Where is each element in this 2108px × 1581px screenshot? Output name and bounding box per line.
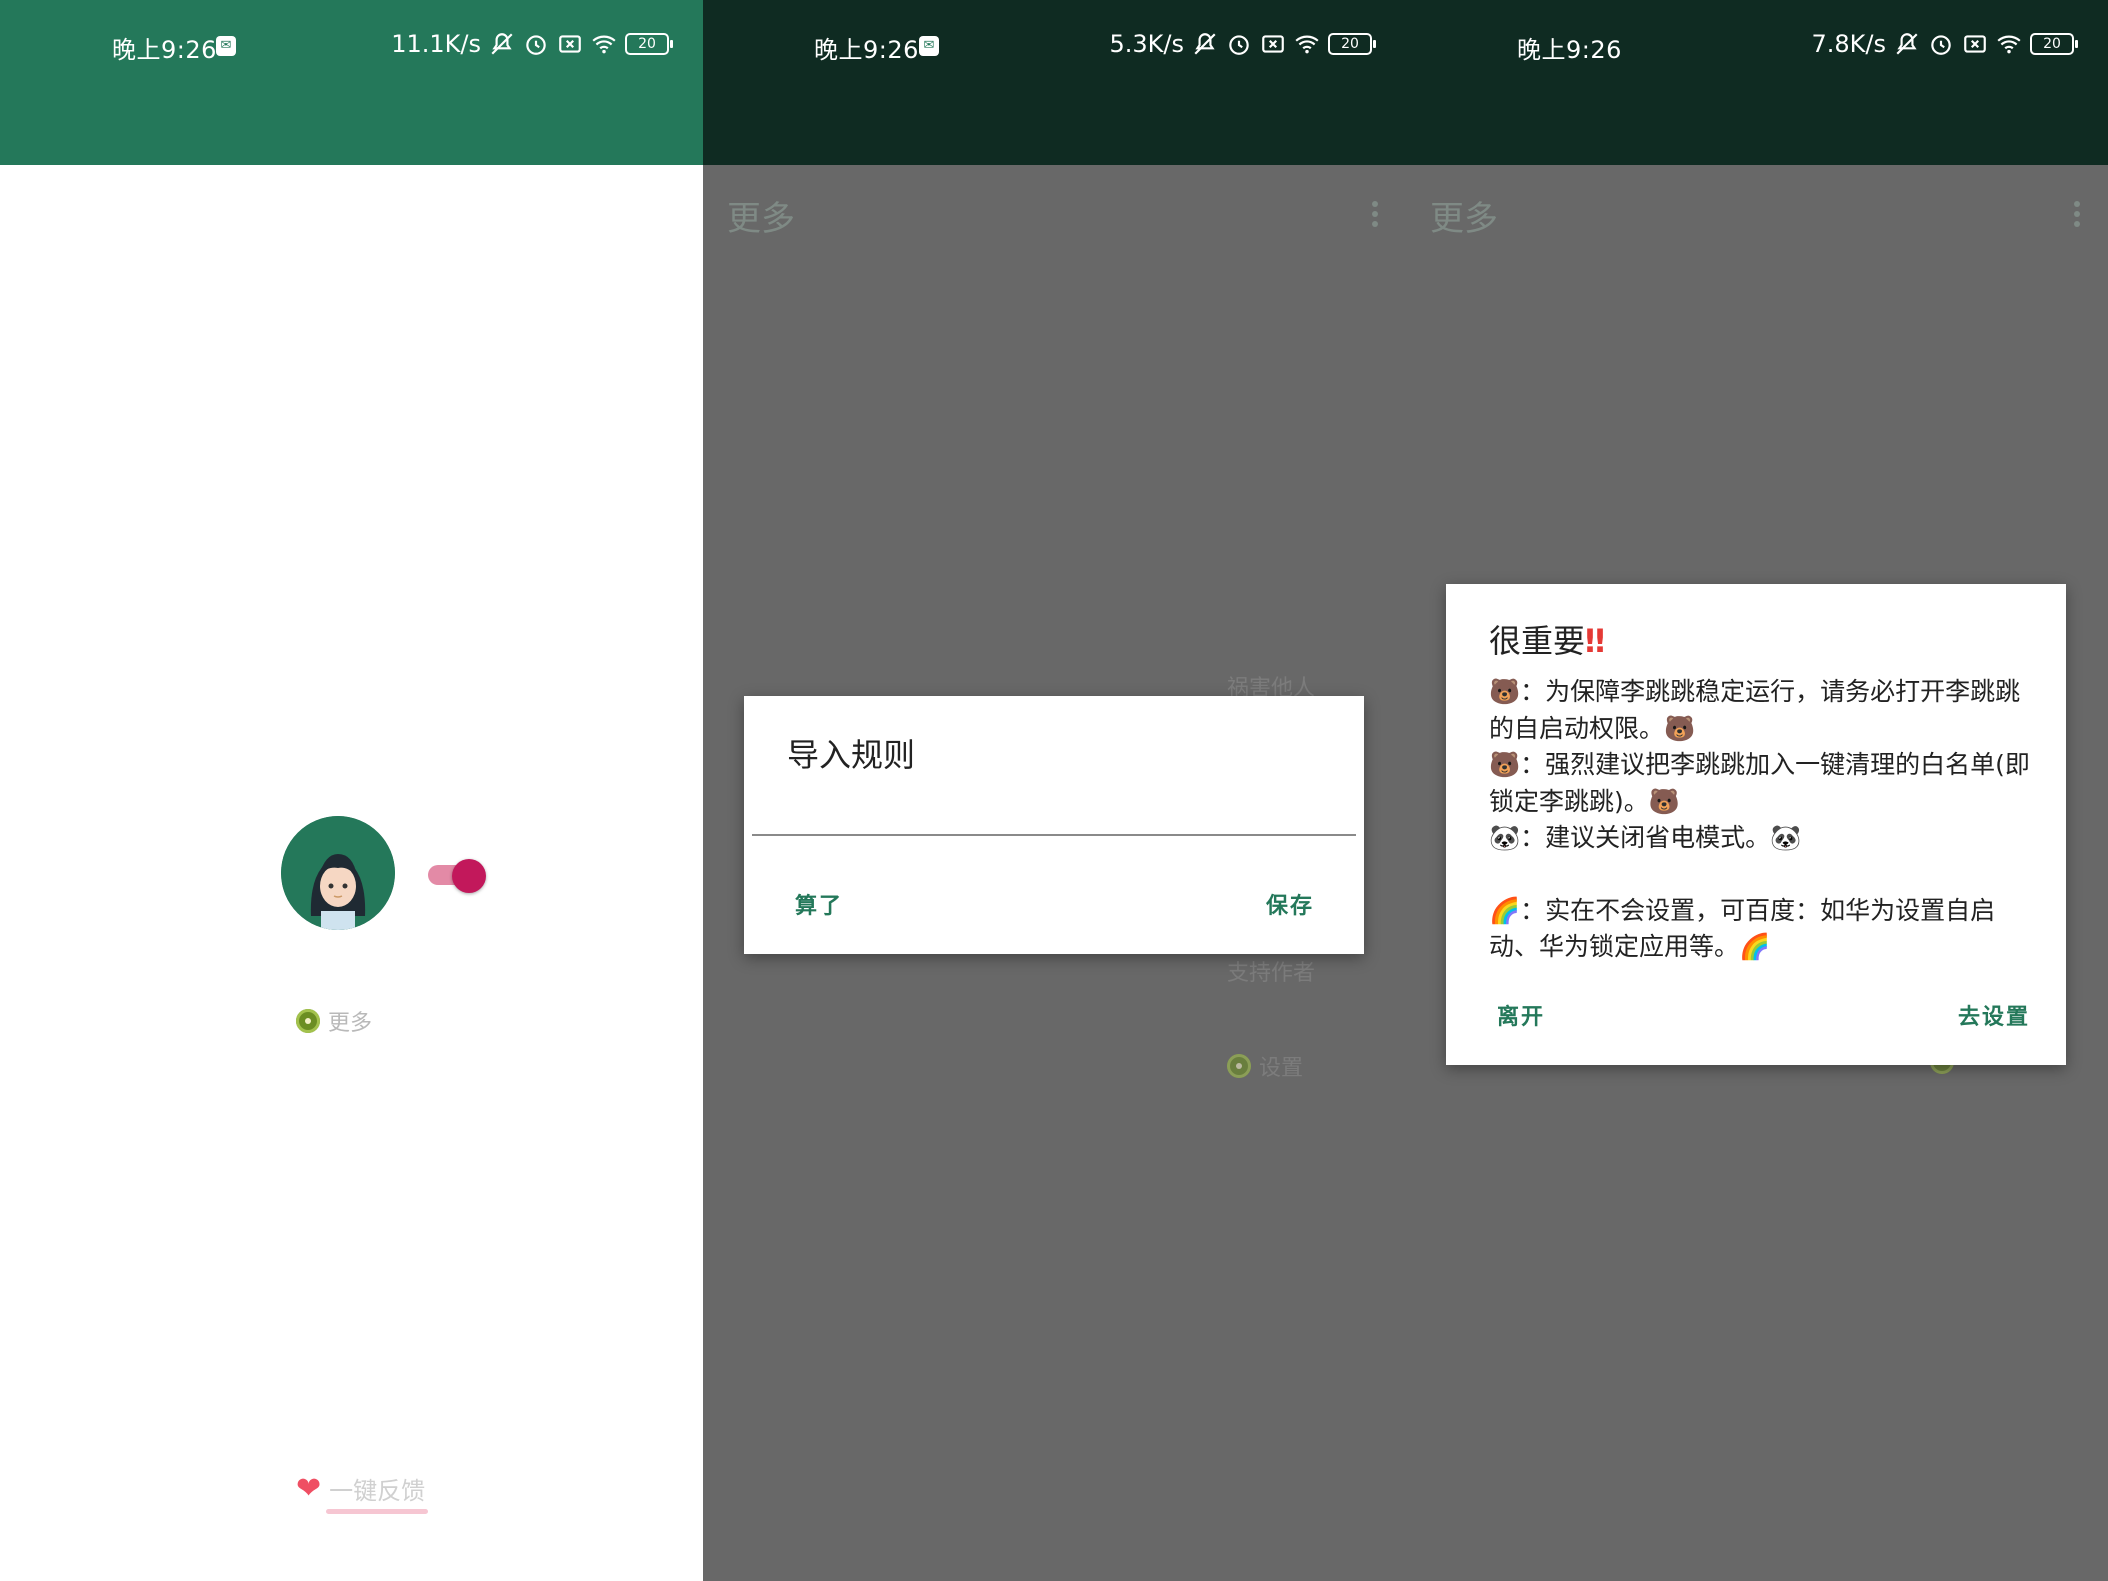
sim-off-icon: [1964, 35, 1986, 53]
app-bar: 更多: [703, 95, 1406, 239]
alarm-icon: [1229, 35, 1249, 55]
app-bar: 派大星2.2: [0, 95, 703, 239]
battery-icon: 20: [1328, 33, 1376, 55]
mute-icon: [491, 33, 513, 55]
message-line: 🐻：强烈建议把李跳跳加入一键清理的白名单(即锁定李跳跳)。🐻: [1489, 750, 2030, 816]
status-time: 晚上9:26: [1517, 36, 1622, 64]
avatar[interactable]: [281, 816, 395, 930]
bg-item-support: 支持作者: [1227, 961, 1316, 986]
mute-icon: [1896, 33, 1918, 55]
kiwi-icon: [296, 1009, 320, 1033]
more-vert-icon[interactable]: [2074, 197, 2082, 231]
sim-off-icon: [1262, 35, 1284, 53]
status-bar: 晚上9:26 ✉ 5.3K/s 20: [703, 0, 1406, 95]
feedback-link[interactable]: ❤ 一键反馈: [296, 1471, 429, 1514]
status-time: 晚上9:26: [112, 36, 217, 64]
message-line: 🐼：建议关闭省电模式。🐼: [1489, 823, 1802, 852]
sim-off-icon: [559, 35, 581, 53]
message-line: [1489, 857, 2034, 893]
double-exclamation-icon: ‼: [1585, 622, 1606, 660]
wifi-icon: [592, 35, 616, 54]
net-speed: 5.3K/s: [1109, 30, 1185, 58]
page-title: 更多: [727, 199, 795, 239]
more-link[interactable]: 更多: [296, 1005, 372, 1037]
heart-icon: ❤: [296, 1471, 322, 1506]
cancel-button[interactable]: 算了: [795, 888, 843, 920]
more-label: 更多: [328, 1011, 373, 1036]
notification-icon: ✉: [919, 36, 939, 56]
save-button[interactable]: 保存: [1266, 888, 1314, 920]
girl-avatar-icon: [281, 816, 395, 930]
bg-item-settings: 设置: [1227, 1050, 1303, 1082]
wifi-icon: [1295, 35, 1319, 54]
alarm-icon: [1931, 35, 1951, 55]
rules-input[interactable]: [752, 834, 1356, 836]
wifi-icon: [1997, 35, 2021, 54]
main-screen: 晚上9:26 ✉ 11.1K/s 20 派大星2.2 更多 ❤ 一键反馈: [0, 0, 703, 1581]
more-screen-warning: 晚上9:26 7.8K/s 20 更多 很重要‼ 🐻：为保障李跳跳稳定运行，请务…: [1406, 0, 2108, 1581]
net-speed: 11.1K/s: [391, 30, 481, 58]
enable-switch[interactable]: [428, 859, 486, 893]
battery-icon: 20: [2030, 33, 2078, 55]
feedback-label: 一键反馈: [326, 1471, 429, 1514]
app-bar: 更多: [1406, 95, 2108, 239]
status-bar: 晚上9:26 ✉ 11.1K/s 20: [0, 0, 703, 95]
status-icons: 5.3K/s 20: [1109, 30, 1376, 58]
bg-item-settings-label: 设置: [1259, 1056, 1304, 1081]
more-vert-icon[interactable]: [1372, 197, 1380, 231]
import-rules-dialog: 导入规则 算了 保存: [744, 696, 1364, 954]
more-screen-import: 晚上9:26 ✉ 5.3K/s 20 更多 祸害他人 支持作者 设置 导入规则 …: [703, 0, 1406, 1581]
app-title: 派大星2.2: [24, 199, 187, 239]
leave-button[interactable]: 离开: [1497, 999, 1545, 1031]
dialog-message: 🐻：为保障李跳跳稳定运行，请务必打开李跳跳的自启动权限。🐻 🐻：强烈建议把李跳跳…: [1489, 674, 2034, 966]
status-icons: 11.1K/s 20: [391, 30, 673, 58]
switch-thumb: [452, 859, 486, 893]
important-notice-dialog: 很重要‼ 🐻：为保障李跳跳稳定运行，请务必打开李跳跳的自启动权限。🐻 🐻：强烈建…: [1446, 584, 2066, 1065]
kiwi-icon: [1227, 1054, 1251, 1078]
status-bar: 晚上9:26 7.8K/s 20: [1406, 0, 2108, 95]
battery-icon: 20: [625, 33, 673, 55]
message-line: 🌈：实在不会设置，可百度：如华为设置自启动、华为锁定应用等。🌈: [1489, 895, 1996, 962]
notification-icon: ✉: [216, 36, 236, 56]
dialog-title-text: 很重要: [1489, 622, 1586, 660]
net-speed: 7.8K/s: [1811, 30, 1887, 58]
go-to-settings-button[interactable]: 去设置: [1958, 999, 2030, 1031]
message-line: 🐻：为保障李跳跳稳定运行，请务必打开李跳跳的自启动权限。🐻: [1489, 677, 2021, 743]
dialog-title: 很重要‼: [1489, 616, 1605, 662]
page-title: 更多: [1430, 199, 1498, 239]
mute-icon: [1194, 33, 1216, 55]
status-time: 晚上9:26: [814, 36, 919, 64]
alarm-icon: [526, 35, 546, 55]
dialog-title: 导入规则: [787, 736, 916, 774]
status-icons: 7.8K/s 20: [1811, 30, 2078, 58]
